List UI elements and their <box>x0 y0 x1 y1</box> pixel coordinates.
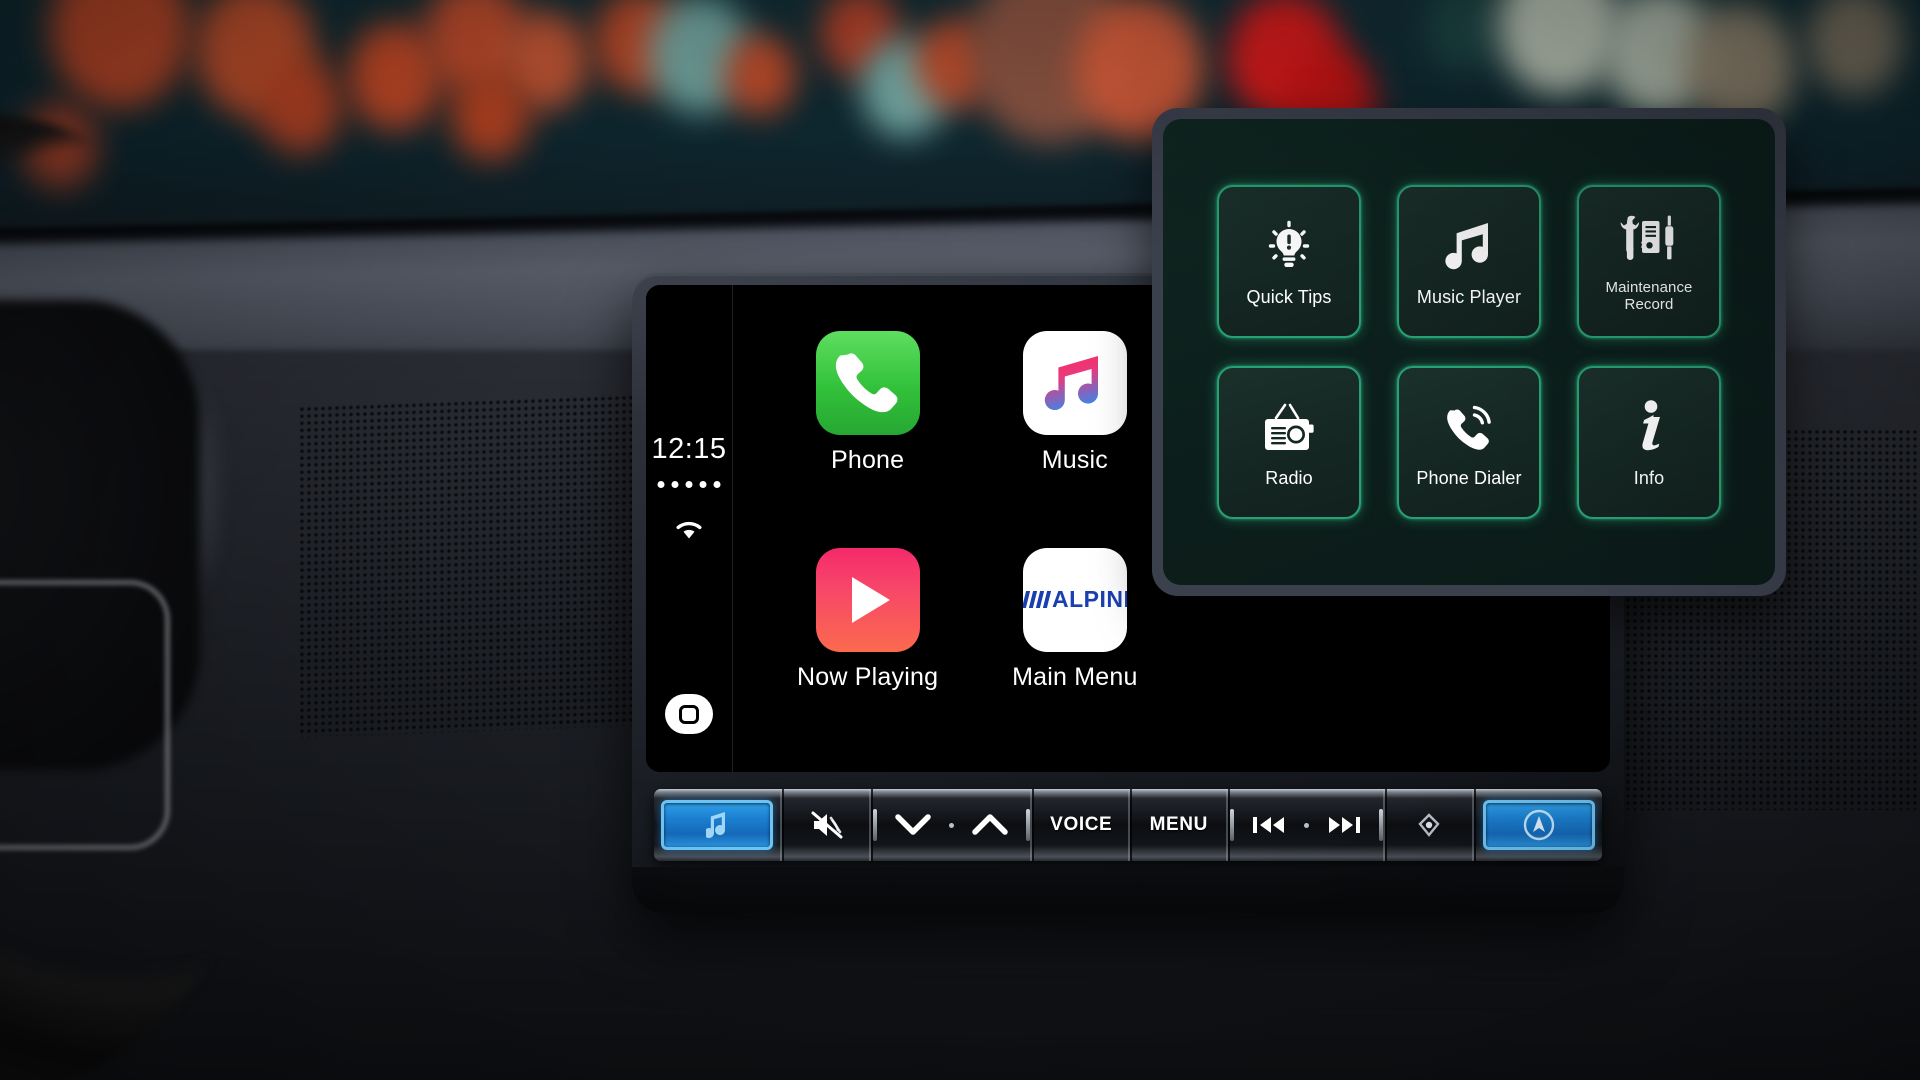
skip-forward-icon <box>1328 817 1360 833</box>
phone-ringing-icon <box>1441 397 1497 455</box>
phone-handset-icon <box>835 353 898 413</box>
music-note-icon <box>1044 356 1098 411</box>
menu-button[interactable]: MENU <box>1130 789 1228 861</box>
tile-quick-tips[interactable]: Quick Tips <box>1217 185 1361 338</box>
carplay-page-dots[interactable] <box>657 481 721 488</box>
alpine-logo-icon: ALPINE <box>1022 586 1127 613</box>
music-note-icon <box>1444 216 1494 274</box>
carplay-app-now-playing[interactable]: Now Playing <box>775 547 960 755</box>
play-triangle-icon <box>851 576 890 623</box>
carplay-app-label: Phone <box>830 446 905 474</box>
carplay-clock: 12:15 <box>651 433 727 465</box>
bokeh-light <box>450 70 530 160</box>
alpine-wordmark: ALPINE <box>1052 586 1127 612</box>
rocker-center-dot <box>949 822 955 828</box>
menu-button-label: MENU <box>1149 814 1208 835</box>
alpine-slash-bars <box>1022 591 1052 608</box>
track-center-dot <box>1303 822 1309 828</box>
power-icon <box>1418 813 1440 837</box>
bokeh-light <box>1425 0 1505 70</box>
carplay-app-label: Main Menu <box>1012 662 1138 691</box>
maintenance-label-line2: Record <box>1624 296 1674 313</box>
music-source-button[interactable] <box>654 789 783 861</box>
navigation-key[interactable] <box>1482 800 1595 850</box>
screenshot-root: 12:15 Phone Music Now Playing ALPINE Mai… <box>0 0 1920 1080</box>
tile-info[interactable]: Info <box>1577 366 1721 519</box>
music-note-icon <box>706 812 726 839</box>
carplay-app-label: Now Playing <box>797 662 939 691</box>
maintenance-label-line1: Maintenance <box>1605 279 1693 297</box>
tile-quick-tips-label: Quick Tips <box>1246 286 1332 307</box>
skip-back-icon <box>1252 817 1284 833</box>
tile-maintenance-record-label: Maintenance Record <box>1605 279 1693 314</box>
page-dot[interactable] <box>685 481 693 488</box>
mute-button[interactable] <box>782 789 872 861</box>
rocker-pin-left <box>873 809 878 841</box>
tile-radio[interactable]: Radio <box>1217 366 1361 519</box>
bokeh-light <box>258 58 342 153</box>
phone-handset-icon[interactable] <box>815 331 920 435</box>
tile-music-player-label: Music Player <box>1416 286 1522 307</box>
chevron-up-icon <box>972 814 1009 835</box>
carplay-home-button[interactable] <box>665 694 713 734</box>
navigation-button[interactable] <box>1473 789 1602 861</box>
page-dot[interactable] <box>671 481 679 488</box>
carplay-sidebar: 12:15 <box>646 285 733 772</box>
page-dot[interactable] <box>699 481 707 488</box>
navigation-arrow-icon <box>1523 809 1555 841</box>
tile-phone-dialer-label: Phone Dialer <box>1416 467 1522 488</box>
music-note-icon[interactable] <box>1022 331 1127 435</box>
tile-music-player[interactable]: Music Player <box>1397 185 1541 338</box>
hardware-button-bar[interactable]: VOICE MENU <box>654 789 1602 861</box>
bokeh-light <box>50 0 190 108</box>
home-button-icon <box>679 704 699 724</box>
tile-radio-label: Radio <box>1265 467 1313 488</box>
power-button[interactable] <box>1384 789 1474 861</box>
tile-info-label: Info <box>1633 467 1665 488</box>
chevron-down-icon <box>895 814 932 835</box>
voice-button-label: VOICE <box>1050 814 1113 835</box>
bokeh-light <box>1807 0 1903 95</box>
track-rocker[interactable] <box>1227 789 1385 861</box>
head-unit-base <box>632 867 1624 913</box>
page-dot[interactable] <box>713 481 721 488</box>
carplay-app-music[interactable]: Music <box>982 331 1167 538</box>
info-i-icon <box>1629 397 1669 455</box>
overlay-tile-grid[interactable]: Quick Tips Music Player Maintenance Reco… <box>1163 119 1775 585</box>
carplay-app-phone[interactable]: Phone <box>775 331 960 538</box>
volume-rocker[interactable] <box>871 789 1033 861</box>
bokeh-light <box>724 34 796 115</box>
rocker-pin-right <box>1026 809 1031 841</box>
voice-button[interactable]: VOICE <box>1032 789 1130 861</box>
play-triangle-icon[interactable] <box>815 547 920 652</box>
tile-phone-dialer[interactable]: Phone Dialer <box>1397 366 1541 519</box>
music-source-key[interactable] <box>661 800 774 850</box>
tile-maintenance-record[interactable]: Maintenance Record <box>1577 185 1721 338</box>
lightbulb-alert-icon <box>1262 216 1316 274</box>
wifi-icon <box>672 518 706 542</box>
page-dot[interactable] <box>657 481 665 488</box>
wrench-screwdriver-document-icon <box>1619 209 1679 267</box>
mute-speaker-icon <box>811 811 843 839</box>
radio-receiver-icon <box>1260 397 1318 455</box>
alpine-logo-icon[interactable]: ALPINE <box>1022 547 1127 652</box>
carplay-app-main-menu[interactable]: ALPINE Main Menu <box>982 547 1167 755</box>
track-pin-right <box>1378 809 1383 841</box>
track-pin-left <box>1229 809 1234 841</box>
carplay-app-label: Music <box>1041 446 1109 474</box>
app-launcher-overlay[interactable]: Quick Tips Music Player Maintenance Reco… <box>1152 108 1786 596</box>
